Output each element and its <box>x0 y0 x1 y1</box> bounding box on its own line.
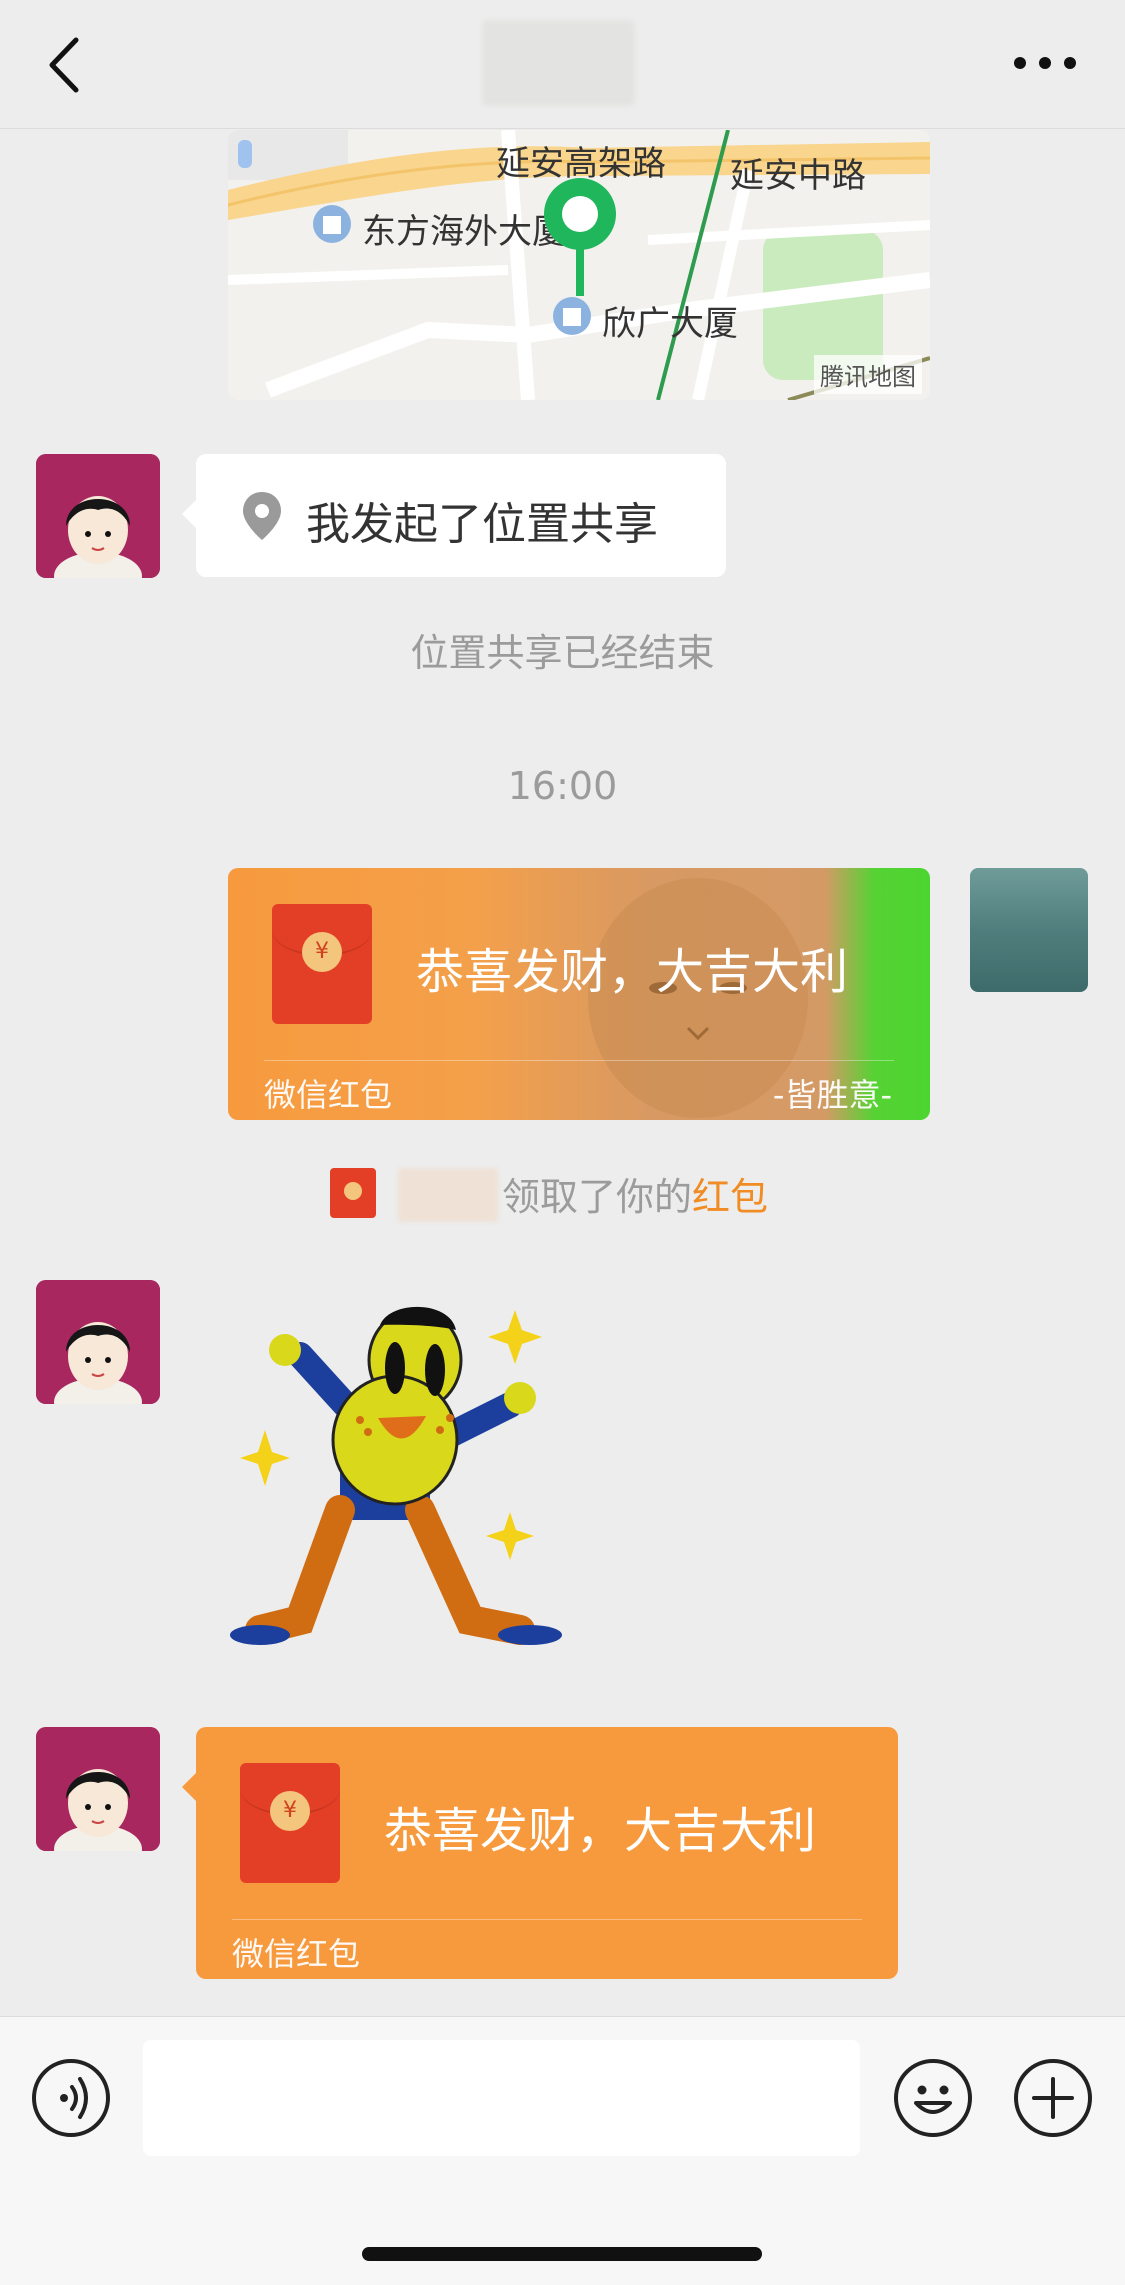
red-packet-footer: 微信红包 <box>232 1935 361 1973</box>
red-packet-small-icon <box>330 1168 376 1218</box>
red-packet-footer: 微信红包 <box>264 1076 393 1114</box>
red-envelope-icon: ¥ <box>272 904 372 1024</box>
map-poi-label: 欣广大厦 <box>602 304 738 344</box>
red-packet-cover-name: -皆胜意- <box>772 1076 892 1114</box>
location-pin-icon <box>243 492 281 540</box>
red-packet-title: 恭喜发财，大吉大利 <box>384 1803 817 1859</box>
red-packet-bubble-received[interactable]: ¥ 恭喜发财，大吉大利 微信红包 <box>182 1727 898 1979</box>
location-share-bubble[interactable]: 我发起了位置共享 <box>182 454 726 577</box>
building-icon <box>313 205 351 243</box>
map-poi-label: 东方海外大厦 <box>362 212 566 252</box>
red-packet-bubble-sent[interactable]: ¥ 恭喜发财，大吉大利 微信红包 -皆胜意- <box>228 868 930 1120</box>
emoji-icon[interactable] <box>894 2059 972 2137</box>
plus-icon[interactable] <box>1014 2059 1092 2137</box>
red-packet-title: 恭喜发财，大吉大利 <box>416 944 849 1000</box>
chevron-left-icon[interactable] <box>40 30 90 100</box>
home-indicator <box>362 2247 762 2261</box>
red-envelope-icon: ¥ <box>240 1763 340 1883</box>
avatar[interactable] <box>36 1727 160 1851</box>
voice-icon[interactable] <box>32 2059 110 2137</box>
map-attribution: 腾讯地图 <box>814 355 922 394</box>
recipient-name-blurred <box>398 1168 498 1222</box>
message-input[interactable] <box>143 2040 860 2156</box>
map-road-label: 延安中路 <box>730 156 866 196</box>
chat-title-blurred <box>482 20 635 106</box>
red-packet-link[interactable]: 红包 <box>692 1175 768 1219</box>
location-map-card[interactable]: 延安高架路 延安中路 东方海外大厦 欣广大厦 腾讯地图 <box>228 130 930 400</box>
location-share-text: 我发起了位置共享 <box>306 499 658 550</box>
location-pin-marker-icon <box>544 178 616 296</box>
received-notice: 领取了你的红包 <box>502 1175 769 1219</box>
more-horizontal-icon[interactable] <box>1010 48 1080 78</box>
dancing-peanut-sticker[interactable] <box>230 1290 570 1660</box>
avatar[interactable] <box>36 454 160 578</box>
system-message: 位置共享已经结束 <box>410 631 715 675</box>
avatar[interactable] <box>36 1280 160 1404</box>
timestamp: 16:00 <box>507 764 618 808</box>
my-avatar[interactable] <box>970 868 1088 992</box>
